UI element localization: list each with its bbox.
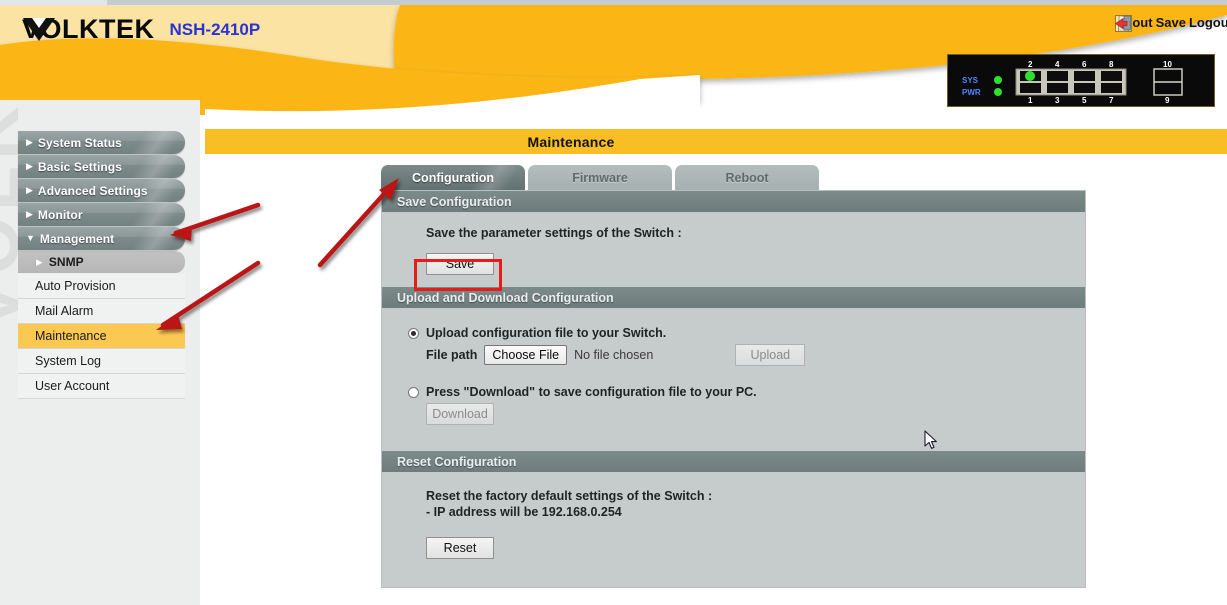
sidebar-label-system-status: System Status [37, 135, 122, 150]
chevron-right-icon: ▶ [26, 209, 33, 219]
tab-bar: Configuration Firmware Reboot [381, 165, 1086, 190]
volktek-logo-icon [23, 18, 55, 41]
sidebar-label-system-log: System Log [35, 354, 102, 368]
sidebar-label-auto-provision: Auto Provision [35, 279, 116, 293]
download-button-wrap: Download [382, 403, 1085, 425]
save-button-header[interactable]: Save [1115, 15, 1186, 32]
sidebar-label-mail-alarm: Mail Alarm [35, 304, 94, 318]
section-title-reset-configuration: Reset Configuration [397, 454, 517, 469]
sidebar-item-system-log[interactable]: System Log [18, 349, 185, 374]
pwr-label: PWR [962, 88, 981, 97]
download-radio[interactable] [408, 387, 419, 398]
save-config-description: Save the parameter settings of the Switc… [426, 226, 682, 240]
sidebar-label-management: Management [39, 231, 115, 246]
page-title: Maintenance [527, 133, 615, 150]
reset-button[interactable]: Reset [426, 537, 494, 559]
brand-logo: VOLKTEK NSH-2410P [22, 16, 260, 43]
tab-reboot[interactable]: Reboot [675, 165, 819, 190]
logout-label: Logout [1188, 15, 1227, 30]
section-header-upload-download: Upload and Download Configuration [382, 287, 1085, 308]
file-path-row: File path Choose File No file chosen Upl… [382, 344, 1085, 366]
sidebar-label-basic-settings: Basic Settings [37, 159, 123, 174]
tab-label-firmware: Firmware [572, 170, 628, 185]
sidebar-label-snmp: SNMP [48, 255, 84, 269]
sidebar-label-user-account: User Account [35, 379, 110, 393]
chevron-right-icon: ▶ [26, 185, 33, 195]
svg-text:5: 5 [1082, 96, 1087, 105]
sidebar-item-system-status[interactable]: ▶ System Status [18, 131, 185, 154]
sidebar-item-basic-settings[interactable]: ▶ Basic Settings [18, 155, 185, 178]
section-body-save-configuration: Save the parameter settings of the Switc… [382, 212, 1085, 287]
download-option-label: Press "Download" to save configuration f… [426, 385, 757, 399]
sidebar-label-advanced-settings: Advanced Settings [37, 183, 148, 198]
tab-label-configuration: Configuration [412, 170, 494, 185]
sidebar-item-maintenance[interactable]: Maintenance [18, 324, 185, 349]
sidebar-item-advanced-settings[interactable]: ▶ Advanced Settings [18, 179, 185, 202]
file-path-label: File path [426, 348, 478, 362]
svg-text:1: 1 [1028, 96, 1033, 105]
sidebar-item-snmp[interactable]: ▶ SNMP [18, 251, 185, 273]
no-file-chosen-text: No file chosen [574, 348, 654, 362]
download-button[interactable]: Download [426, 403, 494, 425]
svg-text:2: 2 [1028, 60, 1033, 69]
page-root: VOLKTEK NSH-2410P About Save Logou SYS P… [0, 0, 1227, 605]
tab-configuration[interactable]: Configuration [381, 165, 525, 190]
section-title-upload-download: Upload and Download Configuration [397, 290, 614, 305]
logout-icon [1115, 15, 1131, 31]
sidebar-menu: ▶ System Status ▶ Basic Settings ▶ Advan… [18, 131, 185, 399]
sidebar-item-mail-alarm[interactable]: Mail Alarm [18, 299, 185, 324]
section-header-save-configuration: Save Configuration [382, 191, 1085, 212]
reset-description-line1: Reset the factory default settings of th… [426, 489, 713, 503]
svg-text:8: 8 [1109, 60, 1114, 69]
sidebar: VOLKTEK ▶ System Status ▶ Basic Settings… [0, 100, 200, 605]
chevron-down-icon: ▼ [26, 233, 35, 243]
chevron-right-icon: ▶ [36, 256, 43, 267]
header-toolbar: About Save Logout [1115, 15, 1227, 32]
chevron-right-icon: ▶ [26, 137, 33, 147]
upload-option-label: Upload configuration file to your Switch… [426, 326, 667, 340]
upload-option-row[interactable]: Upload configuration file to your Switch… [382, 326, 1085, 340]
sidebar-label-maintenance: Maintenance [35, 329, 107, 343]
reset-description-line2: - IP address will be 192.168.0.254 [426, 505, 622, 519]
tab-firmware[interactable]: Firmware [528, 165, 672, 190]
section-body-upload-download: Upload configuration file to your Switch… [382, 308, 1085, 441]
chevron-right-icon: ▶ [26, 161, 33, 171]
mouse-cursor [924, 430, 937, 449]
tab-label-reboot: Reboot [725, 170, 769, 185]
device-model: NSH-2410P [169, 20, 261, 39]
sidebar-item-user-account[interactable]: User Account [18, 374, 185, 399]
section-title-save-configuration: Save Configuration [397, 194, 512, 209]
upload-radio[interactable] [408, 328, 419, 339]
svg-text:3: 3 [1055, 96, 1060, 105]
upload-button[interactable]: Upload [735, 344, 806, 366]
sidebar-item-monitor[interactable]: ▶ Monitor [18, 203, 185, 226]
tab-content-configuration: Save Configuration Save the parameter se… [381, 190, 1086, 588]
choose-file-button[interactable]: Choose File [484, 345, 568, 365]
section-body-reset-configuration: Reset the factory default settings of th… [382, 472, 1085, 571]
device-front-panel: SYS PWR 2 4 6 8 10 1 3 5 7 9 [947, 54, 1215, 107]
device-panel-graphic: SYS PWR 2 4 6 8 10 1 3 5 7 9 [948, 55, 1214, 106]
sidebar-item-management[interactable]: ▼ Management [18, 227, 185, 250]
logout-button[interactable]: Logout [1115, 15, 1227, 31]
sidebar-label-monitor: Monitor [37, 207, 83, 222]
sidebar-item-auto-provision[interactable]: Auto Provision [18, 274, 185, 299]
svg-text:7: 7 [1109, 96, 1114, 105]
svg-text:9: 9 [1165, 96, 1170, 105]
svg-text:6: 6 [1082, 60, 1087, 69]
content-panel: Configuration Firmware Reboot Save Confi… [381, 165, 1086, 588]
svg-text:10: 10 [1163, 60, 1172, 69]
sys-label: SYS [962, 76, 979, 85]
svg-text:4: 4 [1055, 60, 1060, 69]
save-configuration-button[interactable]: Save [426, 253, 494, 275]
section-header-reset-configuration: Reset Configuration [382, 451, 1085, 472]
page-title-bar: Maintenance [205, 129, 1227, 154]
download-option-row[interactable]: Press "Download" to save configuration f… [382, 385, 1085, 399]
save-label: Save [1155, 15, 1186, 30]
